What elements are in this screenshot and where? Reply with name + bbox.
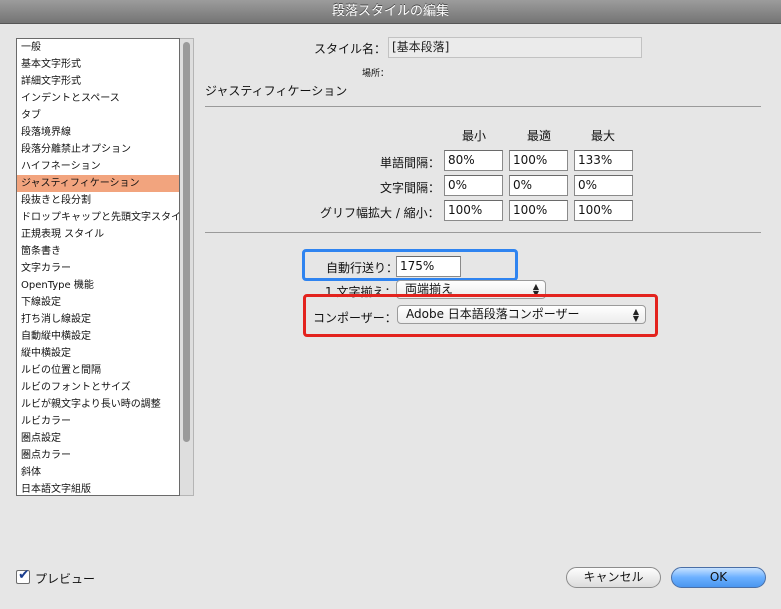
sidebar-item[interactable]: 基本文字形式 [17,56,179,73]
composer-value: Adobe 日本語段落コンポーザー [406,307,580,321]
sidebar-item[interactable]: インデントとスペース [17,90,179,107]
sidebar-item[interactable]: ルビカラー [17,413,179,430]
preview-checkbox[interactable]: ✔ [16,567,30,584]
sidebar-item[interactable]: 段落分離禁止オプション [17,141,179,158]
column-header-optimum: 最適 [526,129,551,143]
sidebar-item[interactable]: 詳細文字形式 [17,73,179,90]
preview-label: プレビュー [35,572,96,586]
window-title: 段落スタイルの編集 [0,0,781,24]
style-name-label: スタイル名： [314,42,387,56]
sidebar-item[interactable]: 下線設定 [17,294,179,311]
glyph-scaling-min-field[interactable]: 100% [444,200,503,221]
category-list-scrollbar[interactable] [180,38,194,496]
composer-dropdown[interactable]: Adobe 日本語段落コンポーザー ▲ ▼ [397,305,646,324]
sidebar-item[interactable]: 一般 [17,39,179,56]
location-label: 場所： [362,69,390,79]
ok-button[interactable]: OK [671,567,766,588]
sidebar-item[interactable]: タブ [17,107,179,124]
scrollbar-thumb[interactable] [183,42,190,442]
cancel-button[interactable]: キャンセル [566,567,661,588]
sidebar-item[interactable]: ルビが親文字より長い時の調整 [17,396,179,413]
letter-spacing-min-field[interactable]: 0% [444,175,503,196]
style-name-field[interactable]: [基本段落] [388,37,642,58]
sidebar-item[interactable]: 箇条書き [17,243,179,260]
sidebar-item[interactable]: 圏点設定 [17,430,179,447]
checkmark-icon: ✔ [18,567,30,583]
chevron-updown-icon: ▲ ▼ [632,307,639,323]
sidebar-item[interactable]: ジャスティフィケーション [17,175,179,192]
glyph-scaling-label: グリフ幅拡大 / 縮小： [320,206,440,220]
sidebar-item[interactable]: 正規表現 スタイル [17,226,179,243]
sidebar-item[interactable]: 斜体 [17,464,179,481]
word-spacing-optimum-field[interactable]: 100% [509,150,568,171]
sidebar-item[interactable]: 自動縦中横設定 [17,328,179,345]
column-header-max: 最大 [590,129,615,143]
sidebar-item[interactable]: 段抜きと段分割 [17,192,179,209]
divider [205,232,761,233]
glyph-scaling-optimum-field[interactable]: 100% [509,200,568,221]
category-list[interactable]: 一般 基本文字形式 詳細文字形式 インデントとスペース タブ 段落境界線 段落分離禁止オプシ… [16,38,180,496]
auto-leading-label: 自動行送り： [326,261,399,275]
glyph-scaling-max-field[interactable]: 100% [574,200,633,221]
letter-spacing-max-field[interactable]: 0% [574,175,633,196]
sidebar-item[interactable]: ドロップキャップと先頭文字スタイル [17,209,179,226]
sidebar-item[interactable]: ルビの位置と間隔 [17,362,179,379]
divider [205,106,761,107]
word-spacing-min-field[interactable]: 80% [444,150,503,171]
sidebar-item[interactable]: 打ち消し線設定 [17,311,179,328]
sidebar-item[interactable]: 日本語文字組版 [17,481,179,495]
sidebar-item[interactable]: 縦中横設定 [17,345,179,362]
sidebar-item[interactable]: 文字カラー [17,260,179,277]
sidebar-item[interactable]: 圏点カラー [17,447,179,464]
word-spacing-label: 単語間隔： [380,156,441,170]
section-title: ジャスティフィケーション [205,84,348,98]
sidebar-item[interactable]: 段落境界線 [17,124,179,141]
sidebar-item[interactable]: ルビのフォントとサイズ [17,379,179,396]
column-header-min: 最小 [461,129,486,143]
auto-leading-field[interactable]: 175% [396,256,461,277]
letter-spacing-label: 文字間隔： [380,181,441,195]
composer-label: コンポーザー： [313,311,397,325]
sidebar-item[interactable]: OpenType 機能 [17,277,179,294]
letter-spacing-optimum-field[interactable]: 0% [509,175,568,196]
word-spacing-max-field[interactable]: 133% [574,150,633,171]
sidebar-item[interactable]: ハイフネーション [17,158,179,175]
